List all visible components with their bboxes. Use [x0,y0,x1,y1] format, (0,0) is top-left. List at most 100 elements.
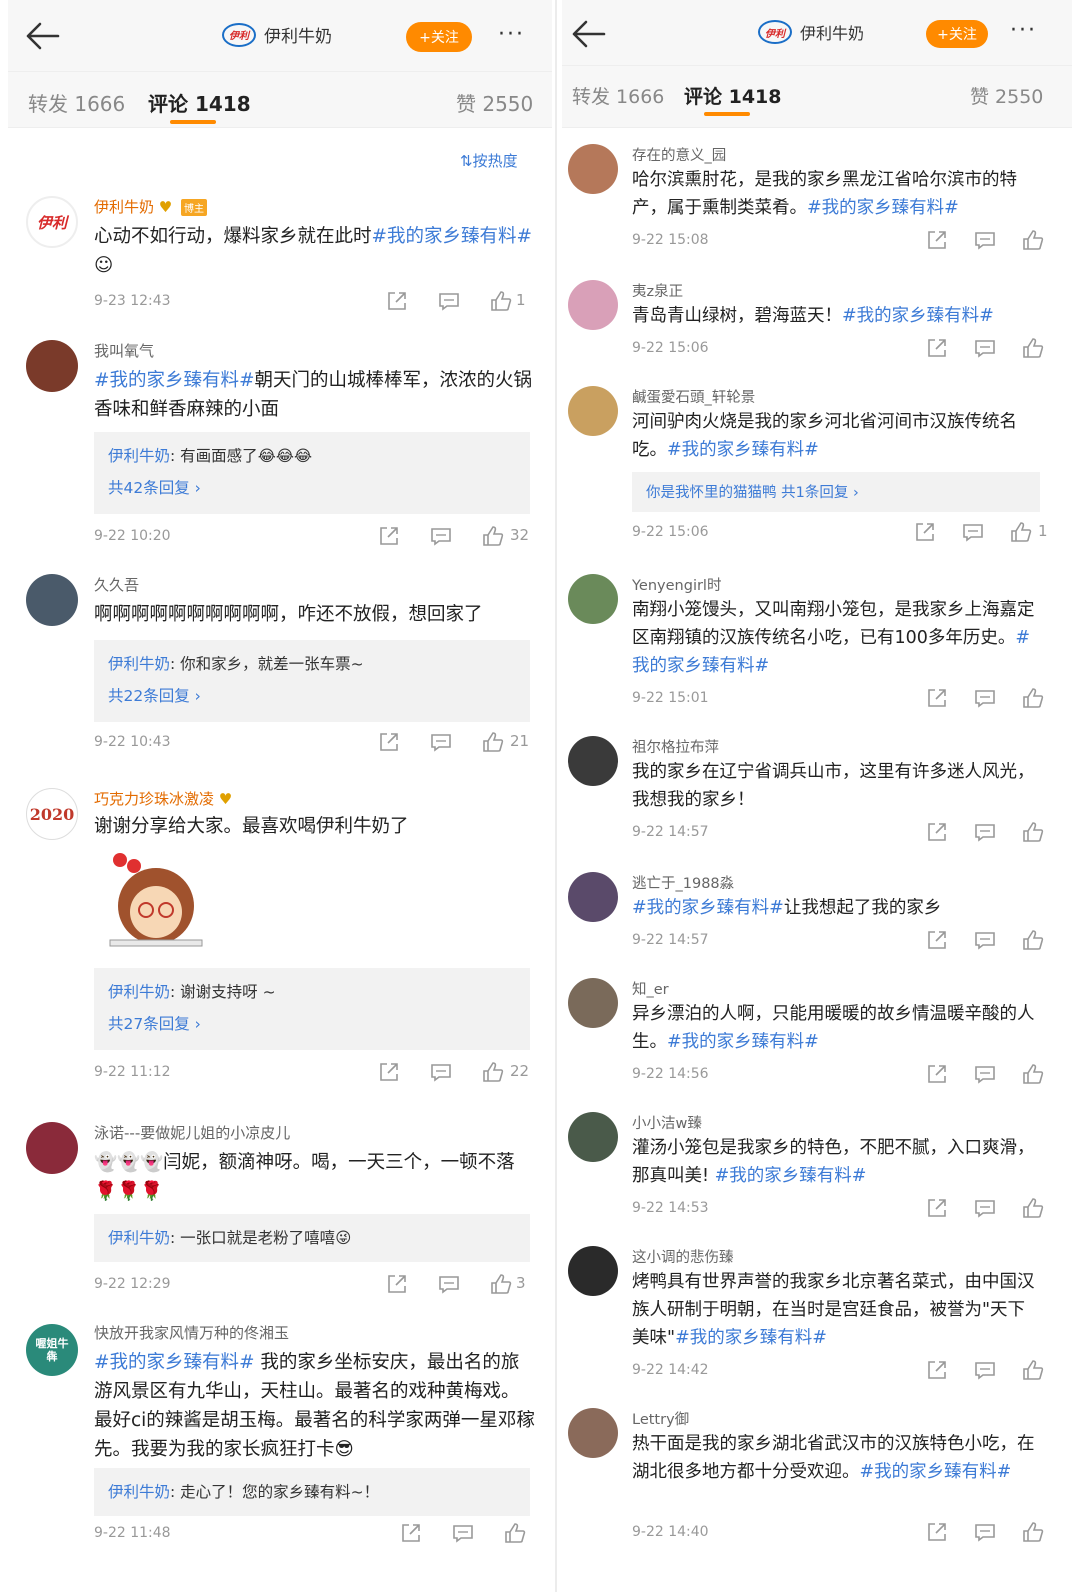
comment-icon[interactable] [962,521,984,543]
avatar[interactable]: 伊利 [26,196,78,248]
like-icon[interactable] [1022,1359,1044,1381]
avatar[interactable] [568,978,618,1028]
tab-comments[interactable]: 评论 1418 [148,88,251,117]
avatar[interactable] [568,144,618,194]
share-icon[interactable] [926,1197,948,1219]
comment-username[interactable]: 伊利牛奶 ♥ 博主 [94,196,208,217]
tab-repost[interactable]: 转发 1666 [28,88,125,117]
like-icon[interactable] [1022,229,1044,251]
like-icon[interactable] [482,731,504,753]
hashtag-link[interactable]: #我的家乡臻有料# [715,1166,867,1186]
hashtag-link[interactable]: #我的家乡臻有料# [667,1032,819,1052]
share-icon[interactable] [926,229,948,251]
comment-icon[interactable] [430,525,452,547]
follow-button[interactable]: +关注 [406,22,472,52]
avatar[interactable] [568,280,618,330]
more-options-icon[interactable]: ··· [498,22,525,47]
reply-preview[interactable]: 你是我怀里的猫猫鸭 共1条回复 › [632,472,1040,512]
hashtag-link[interactable]: #我的家乡臻有料# [860,1462,1012,1482]
like-icon[interactable] [1022,337,1044,359]
comment-icon[interactable] [974,1359,996,1381]
like-icon[interactable] [1022,1063,1044,1085]
comment-username[interactable]: 久久吾 [94,574,139,595]
view-replies-link[interactable]: 你是我怀里的猫猫鸭 共1条回复 › [646,481,859,502]
share-icon[interactable] [378,731,400,753]
comment-icon[interactable] [974,1197,996,1219]
share-icon[interactable] [400,1522,422,1544]
reply-preview[interactable]: 伊利牛奶: 谢谢支持呀 ~ 共27条回复 › [94,968,530,1050]
follow-button[interactable]: +关注 [926,20,988,48]
comment-username[interactable]: 祖尔格拉布萍 [632,736,719,757]
sort-by-hot-button[interactable]: ⇅按热度 [460,150,518,171]
avatar[interactable] [568,736,618,786]
hashtag-link[interactable]: #我的家乡臻有料# [94,370,255,391]
view-replies-link[interactable]: 共27条回复 › [108,1012,201,1034]
account-title[interactable]: 伊利 伊利牛奶 [222,22,332,47]
hashtag-link[interactable]: #我的家乡臻有料# [94,1352,255,1373]
like-icon[interactable] [1022,821,1044,843]
back-arrow-icon[interactable] [568,16,608,52]
share-icon[interactable] [386,1273,408,1295]
hashtag-link[interactable]: #我的家乡臻有料# [632,898,784,918]
tab-comments[interactable]: 评论 1418 [684,82,782,109]
view-replies-link[interactable]: 共42条回复 › [108,476,201,498]
comment-username[interactable]: Lettry御 [632,1408,689,1429]
comment-icon[interactable] [452,1522,474,1544]
comment-username[interactable]: 存在的意义_园 [632,144,726,165]
view-replies-link[interactable]: 共22条回复 › [108,684,201,706]
comment-username[interactable]: 夷z泉正 [632,280,683,301]
reply-preview[interactable]: 伊利牛奶: 一张口就是老粉了嘻嘻😜 [94,1214,530,1262]
comment-username[interactable]: 知_er [632,978,669,999]
comment-username[interactable]: 我叫氧气 [94,340,154,361]
back-arrow-icon[interactable] [22,18,62,54]
more-options-icon[interactable]: ··· [1010,18,1037,43]
share-icon[interactable] [926,929,948,951]
comment-icon[interactable] [974,337,996,359]
share-icon[interactable] [378,525,400,547]
share-icon[interactable] [926,337,948,359]
comment-icon[interactable] [974,1063,996,1085]
avatar[interactable] [26,1122,78,1174]
comment-username[interactable]: 快放开我家风情万种的佟湘玉 [94,1322,289,1343]
comment-icon[interactable] [974,821,996,843]
tab-likes[interactable]: 赞 2550 [970,82,1043,109]
like-icon[interactable] [1022,1521,1044,1543]
avatar[interactable] [568,386,618,436]
comment-username[interactable]: 小小洁w臻 [632,1112,702,1133]
hashtag-link[interactable]: #我的家乡臻有料# [667,440,819,460]
reply-preview[interactable]: 伊利牛奶: 你和家乡，就差一张车票~ 共22条回复 › [94,640,530,722]
account-title[interactable]: 伊利 伊利牛奶 [758,20,864,44]
comment-username[interactable]: 这小调的悲伤臻 [632,1246,734,1267]
avatar[interactable] [568,1246,618,1296]
like-icon[interactable] [1022,687,1044,709]
comment-username[interactable]: Yenyengirl时 [632,574,721,595]
like-icon[interactable] [490,1273,512,1295]
comment-username[interactable]: 逃亡于_1988淼 [632,872,734,893]
like-icon[interactable] [482,1061,504,1083]
comment-icon[interactable] [438,290,460,312]
avatar[interactable] [568,574,618,624]
share-icon[interactable] [926,687,948,709]
share-icon[interactable] [926,1063,948,1085]
reply-preview[interactable]: 伊利牛奶: 走心了！您的家乡臻有料~！ [94,1468,530,1516]
reply-preview[interactable]: 伊利牛奶: 有画面感了😂😂😂 共42条回复 › [94,432,530,514]
avatar[interactable] [568,872,618,922]
share-icon[interactable] [378,1061,400,1083]
tab-likes[interactable]: 赞 2550 [456,88,533,117]
hashtag-link[interactable]: #我的家乡臻有料# [675,1328,827,1348]
like-icon[interactable] [1022,929,1044,951]
like-icon[interactable] [482,525,504,547]
share-icon[interactable] [386,290,408,312]
comment-username[interactable]: 巧克力珍珠冰激凌 ♥ [94,788,232,809]
tab-repost[interactable]: 转发 1666 [572,82,664,109]
like-icon[interactable] [504,1522,526,1544]
comment-icon[interactable] [974,1521,996,1543]
hashtag-link[interactable]: #我的家乡臻有料# [807,198,959,218]
share-icon[interactable] [926,1359,948,1381]
hashtag-link[interactable]: #我的家乡臻有料# [842,306,994,326]
avatar[interactable] [26,574,78,626]
comment-icon[interactable] [430,731,452,753]
comment-icon[interactable] [430,1061,452,1083]
like-icon[interactable] [1022,1197,1044,1219]
avatar[interactable]: 2020 [26,788,78,840]
